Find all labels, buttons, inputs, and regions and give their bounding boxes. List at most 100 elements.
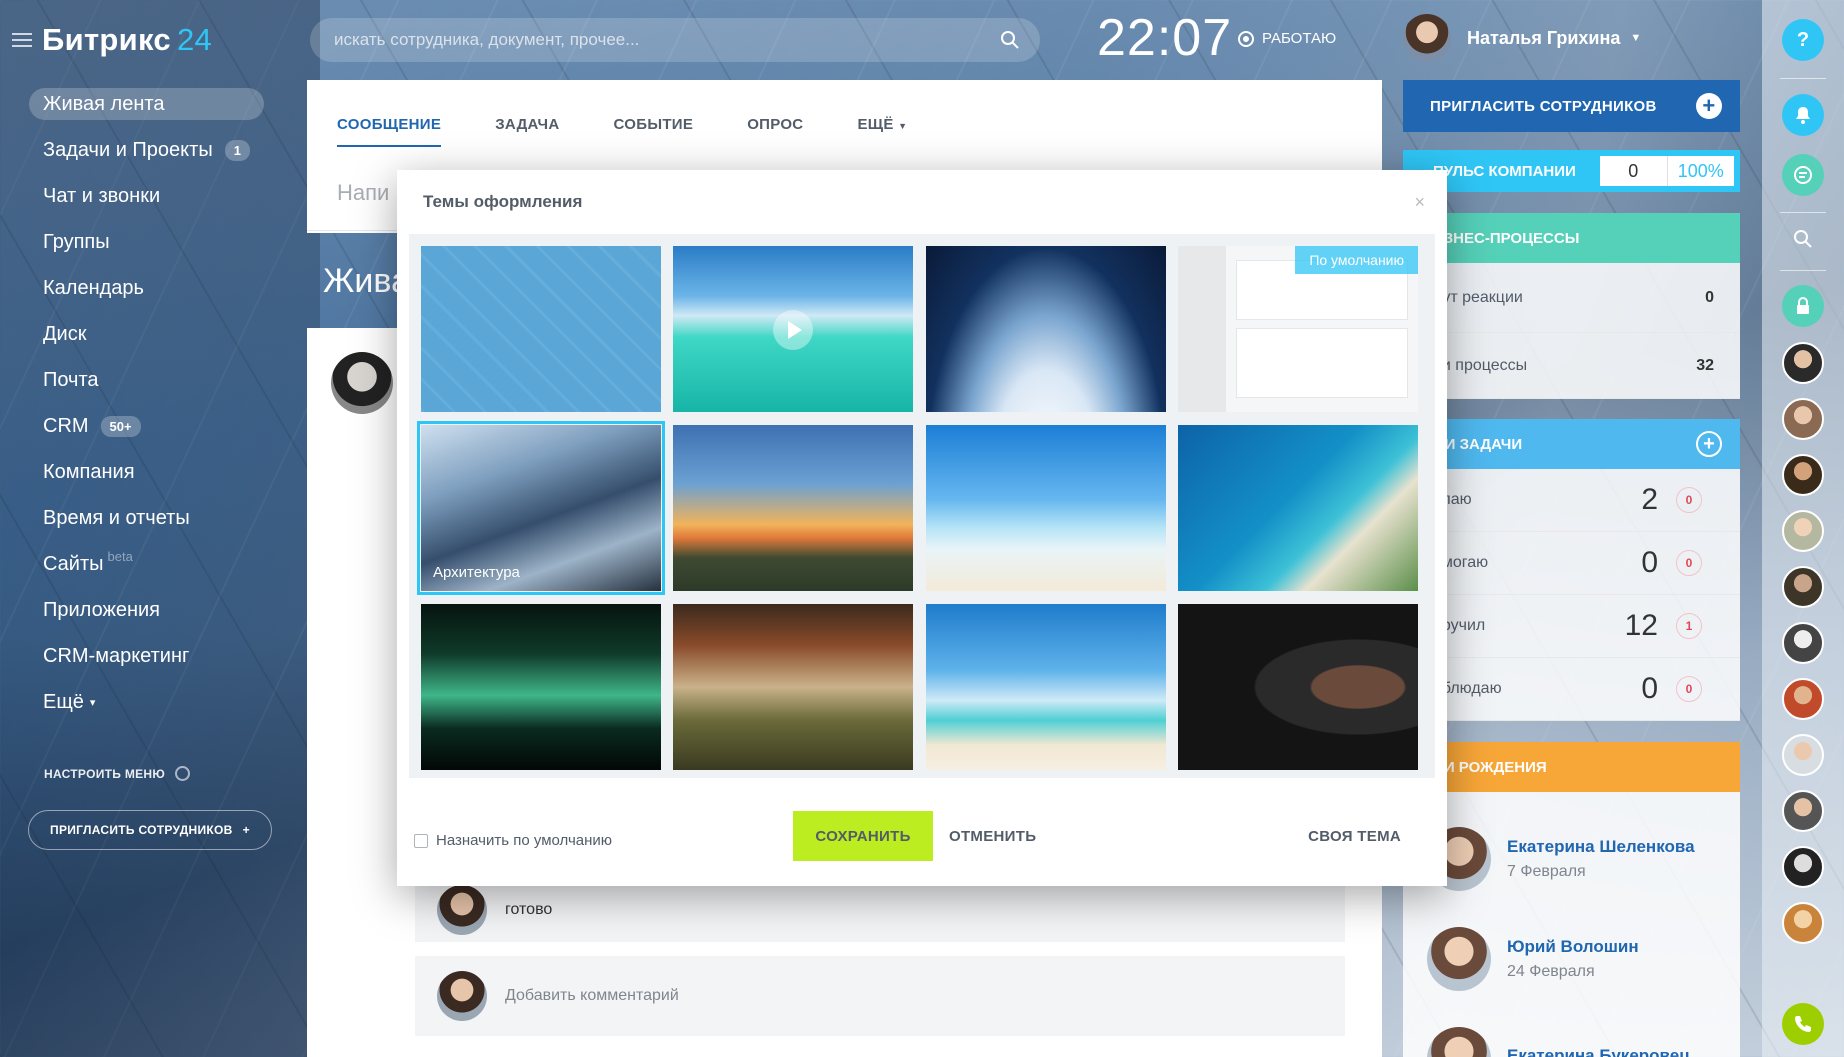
dialog-title: Темы оформления (423, 192, 583, 211)
save-button[interactable]: СОХРАНИТЬ (793, 811, 933, 861)
birthdays-list: Екатерина Шеленкова 7 Февраля Юрий Волоши… (1403, 792, 1740, 1057)
avatar[interactable] (1782, 622, 1824, 664)
list-item[interactable]: Екатерина Букеровец (1427, 1027, 1690, 1057)
theme-grid: По умолчанию Архитектура (409, 234, 1435, 778)
cancel-button[interactable]: ОТМЕНИТЬ (949, 828, 1036, 845)
invite-employees-button[interactable]: ПРИГЛАСИТЬ СОТРУДНИКОВ + (1403, 80, 1740, 132)
avatar[interactable] (1782, 454, 1824, 496)
my-tasks-header[interactable]: ОИ ЗАДАЧИ + (1403, 419, 1740, 469)
task-row-watching[interactable]: аблюдаю 0 0 (1403, 658, 1740, 721)
play-icon (773, 310, 813, 350)
list-item[interactable]: Екатерина Шеленкова 7 Февраля (1427, 827, 1695, 891)
phone-icon[interactable] (1782, 1003, 1824, 1045)
sidebar-item-crm[interactable]: CRM 50+ (29, 403, 264, 449)
theme-thumb[interactable] (926, 604, 1166, 770)
divider (1780, 270, 1826, 271)
company-pulse-widget[interactable]: ПУЛЬС КОМПАНИИ 0 100% (1403, 150, 1740, 192)
theme-thumb[interactable] (1178, 425, 1418, 591)
avatar[interactable] (331, 352, 393, 414)
search-icon[interactable] (1000, 30, 1020, 50)
add-task-icon[interactable]: + (1696, 431, 1722, 457)
tab-more[interactable]: ЕЩЁ ▼ (857, 116, 907, 147)
list-item[interactable]: Юрий Волошин 24 Февраля (1427, 927, 1639, 991)
business-processes-header[interactable]: ИЗНЕС-ПРОЦЕССЫ (1403, 213, 1740, 263)
invite-employees-button[interactable]: ПРИГЛАСИТЬ СОТРУДНИКОВ + (28, 810, 272, 850)
comment: готово (415, 878, 1345, 942)
thumb-sidebar-shape (1178, 246, 1226, 412)
pulse-values: 0 100% (1600, 156, 1734, 186)
sidebar-item-groups[interactable]: Группы (29, 219, 264, 265)
sidebar-item-time-reports[interactable]: Время и отчеты (29, 495, 264, 541)
checkbox[interactable] (414, 833, 428, 848)
theme-thumb-selected[interactable]: Архитектура (417, 421, 665, 595)
sidebar-item-apps[interactable]: Приложения (29, 587, 264, 633)
sidebar-item-calendar[interactable]: Календарь (29, 265, 264, 311)
themes-dialog: Темы оформления × По умолчанию Архитекту… (397, 170, 1447, 886)
task-row-assigned[interactable]: оручил 12 1 (1403, 595, 1740, 658)
close-icon[interactable]: × (1414, 192, 1425, 213)
avatar (1427, 927, 1491, 991)
avatar[interactable] (1782, 398, 1824, 440)
search-input[interactable]: искать сотрудника, документ, прочее... (310, 18, 1040, 62)
tab-task[interactable]: ЗАДАЧА (495, 116, 559, 147)
avatar[interactable] (1782, 342, 1824, 384)
bp-row-my-processes[interactable]: ои процессы 32 (1403, 333, 1740, 399)
bell-icon[interactable] (1782, 94, 1824, 136)
beta-tag: beta (107, 548, 133, 564)
sidebar-item-company[interactable]: Компания (29, 449, 264, 495)
theme-thumb[interactable] (926, 246, 1166, 412)
theme-thumb[interactable] (926, 425, 1166, 591)
divider (1780, 212, 1826, 213)
theme-thumb[interactable]: По умолчанию (1178, 246, 1418, 412)
lock-icon[interactable] (1782, 285, 1824, 327)
theme-thumb[interactable] (1178, 604, 1418, 770)
avatar[interactable] (1782, 902, 1824, 944)
sidebar-item-live-feed[interactable]: Живая лента (29, 88, 264, 120)
work-status[interactable]: РАБОТАЮ (1238, 30, 1336, 47)
sidebar-item-sites[interactable]: Сайты beta (29, 541, 264, 587)
theme-thumb[interactable] (421, 604, 661, 770)
composer-tabs: СООБЩЕНИЕ ЗАДАЧА СОБЫТИЕ ОПРОС ЕЩЁ ▼ (307, 80, 1382, 147)
avatar[interactable] (1782, 678, 1824, 720)
avatar[interactable] (1782, 734, 1824, 776)
task-row-doing[interactable]: елаю 2 0 (1403, 469, 1740, 532)
add-comment-field[interactable]: Добавить комментарий (415, 956, 1345, 1036)
avatar (437, 971, 487, 1021)
sidebar-item-more[interactable]: Ещё ▾ (29, 679, 264, 725)
chevron-down-icon: ▾ (89, 696, 96, 709)
set-default-checkbox[interactable]: Назначить по умолчанию (414, 832, 612, 849)
sidebar-item-tasks[interactable]: Задачи и Проекты 1 (29, 127, 264, 173)
clock[interactable]: 22:07 (1097, 8, 1232, 68)
bp-row-awaiting[interactable]: дут реакции 0 (1403, 263, 1740, 333)
sidebar-item-crm-marketing[interactable]: CRM-маркетинг (29, 633, 264, 679)
help-icon[interactable]: ? (1782, 19, 1824, 61)
avatar[interactable] (1782, 846, 1824, 888)
logo[interactable]: Битрикс 24 (12, 22, 212, 58)
avatar[interactable] (1782, 566, 1824, 608)
task-row-helping[interactable]: омогаю 0 0 (1403, 532, 1740, 595)
avatar[interactable] (1782, 510, 1824, 552)
plus-icon: + (242, 823, 250, 837)
custom-theme-button[interactable]: СВОЯ ТЕМА (1308, 828, 1401, 845)
tab-event[interactable]: СОБЫТИЕ (614, 116, 694, 147)
setup-menu-button[interactable]: НАСТРОИТЬ МЕНЮ (44, 766, 191, 781)
sidebar-item-chat[interactable]: Чат и звонки (29, 173, 264, 219)
menu-burger-icon[interactable] (12, 33, 32, 47)
tab-message[interactable]: СООБЩЕНИЕ (337, 116, 442, 147)
theme-thumb[interactable] (673, 425, 913, 591)
theme-thumb[interactable] (673, 246, 913, 412)
birthdays-header[interactable]: НИ РОЖДЕНИЯ (1403, 742, 1740, 792)
tab-poll[interactable]: ОПРОС (747, 116, 803, 147)
sidebar-item-disk[interactable]: Диск (29, 311, 264, 357)
theme-thumb[interactable] (421, 246, 661, 412)
user-menu[interactable]: Наталья Грихина ▼ (1403, 14, 1641, 62)
search-icon[interactable] (1782, 218, 1824, 260)
theme-thumb[interactable] (673, 604, 913, 770)
chat-icon[interactable] (1782, 154, 1824, 196)
avatar (1403, 14, 1451, 62)
avatar[interactable] (1782, 790, 1824, 832)
sidebar-item-mail[interactable]: Почта (29, 357, 264, 403)
message-input[interactable]: Напи (337, 180, 389, 206)
chevron-down-icon: ▼ (898, 121, 908, 131)
avatar[interactable] (437, 885, 487, 935)
